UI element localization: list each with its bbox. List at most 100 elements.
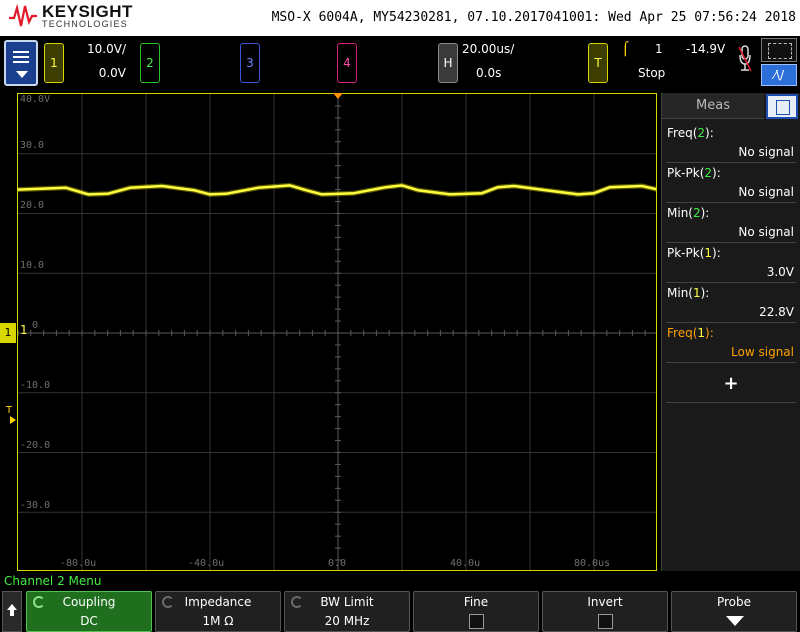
- trigger-level-arrow-icon: [10, 416, 16, 424]
- channel-3-button[interactable]: 3: [240, 43, 260, 83]
- horizontal-delay: 0.0s: [476, 66, 502, 80]
- y-tick-label: -10.0: [20, 380, 51, 391]
- measurement-item[interactable]: Freq(2): No signal: [666, 123, 796, 163]
- main-menu-button[interactable]: [4, 40, 38, 86]
- measurement-label: Freq: [667, 126, 693, 140]
- softkey-label: Fine: [463, 595, 489, 609]
- impedance-softkey[interactable]: Impedance 1M Ω: [155, 591, 281, 632]
- menu-title: Channel 2 Menu: [4, 574, 102, 588]
- measurement-label: Pk-Pk: [667, 166, 700, 180]
- x-tick-label: -40.0u: [188, 558, 225, 569]
- rising-edge-icon: ⌠: [622, 42, 629, 57]
- y-tick-label: -20.0: [20, 440, 51, 451]
- channel-1-ground-marker[interactable]: 1: [0, 323, 16, 343]
- keysight-logo-icon: [9, 4, 37, 27]
- measurement-value: No signal: [738, 225, 794, 239]
- softkey-label: BW Limit: [320, 595, 374, 609]
- x-tick-label: -80.0u: [60, 558, 97, 569]
- softkey-value: DC: [80, 614, 98, 628]
- checkbox-icon[interactable]: [598, 614, 613, 629]
- measurement-item[interactable]: Min(2): No signal: [666, 203, 796, 243]
- microphone-icon[interactable]: [738, 44, 752, 76]
- softkey-label: Invert: [587, 595, 623, 609]
- measurement-channel: 1: [692, 286, 701, 300]
- measurement-label: Freq: [667, 326, 693, 340]
- measurement-panel: Meas Freq(2): No signal Pk-Pk(2): No sig…: [661, 93, 800, 571]
- measurement-channel: 2: [697, 126, 706, 140]
- fine-softkey[interactable]: Fine: [413, 591, 539, 632]
- measurement-label: Pk-Pk: [667, 246, 700, 260]
- brand-subtitle: TECHNOLOGIES: [42, 19, 128, 29]
- measurement-item[interactable]: Pk-Pk(2): No signal: [666, 163, 796, 203]
- measurement-channel: 2: [692, 206, 701, 220]
- waveform-display[interactable]: 40.0V 30.0 20.0 10.0 0 -10.0 -20.0 -30.0…: [17, 93, 657, 571]
- run-status: Stop: [638, 66, 666, 80]
- coupling-softkey[interactable]: Coupling DC: [26, 591, 152, 632]
- back-button[interactable]: [2, 591, 22, 632]
- measurement-name: Min(2):: [667, 206, 710, 220]
- measurement-name: Freq(1):: [667, 326, 714, 340]
- title-bar: KEYSIGHT TECHNOLOGIES MSO-X 6004A, MY542…: [0, 0, 800, 36]
- trigger-button[interactable]: T: [588, 43, 608, 83]
- measurement-label: Min: [667, 286, 689, 300]
- x-tick-label: 0.0: [328, 558, 347, 569]
- checkbox-icon[interactable]: [469, 614, 484, 629]
- measurement-value: 22.8V: [759, 305, 794, 319]
- measurement-value: No signal: [738, 145, 794, 159]
- graticule-grid: [18, 94, 656, 570]
- measurement-channel: 1: [704, 246, 713, 260]
- x-tick-label: 80.0us: [574, 558, 611, 569]
- device-info: MSO-X 6004A, MY54230281, 07.10.201704100…: [271, 10, 796, 25]
- y-tick-label: 20.0: [20, 200, 45, 211]
- softkey-label: Impedance: [184, 595, 252, 609]
- channel-2-button[interactable]: 2: [140, 43, 160, 83]
- measurement-value: Low signal: [731, 345, 794, 359]
- arrow-down-icon: [726, 616, 744, 626]
- measurement-list-icon[interactable]: [766, 94, 798, 119]
- softkey-value: 20 MHz: [324, 614, 370, 628]
- chevron-down-icon: [16, 71, 28, 78]
- softkey-bar: Coupling DC Impedance 1M Ω BW Limit 20 M…: [0, 591, 800, 632]
- measurement-name: Pk-Pk(2):: [667, 166, 721, 180]
- measurement-value: No signal: [738, 185, 794, 199]
- horizontal-scale: 20.00us/: [462, 42, 515, 56]
- softkey-label: Coupling: [62, 595, 116, 609]
- measurement-item[interactable]: Freq(1): Low signal: [666, 323, 796, 363]
- channel-4-button[interactable]: 4: [337, 43, 357, 83]
- channel-1-scale: 10.0V/: [87, 42, 126, 56]
- measurement-item[interactable]: Pk-Pk(1): 3.0V: [666, 243, 796, 283]
- y-tick-label: 10.0: [20, 260, 45, 271]
- measurement-value: 3.0V: [766, 265, 794, 279]
- y-tick-label: 0: [32, 320, 39, 331]
- waveform-view-button[interactable]: ⁄\/: [761, 64, 797, 86]
- horizontal-button[interactable]: H: [438, 43, 458, 83]
- trigger-source: 1: [655, 42, 663, 56]
- measurement-name: Min(1):: [667, 286, 710, 300]
- bw-limit-softkey[interactable]: BW Limit 20 MHz: [284, 591, 410, 632]
- measurement-label: Min: [667, 206, 689, 220]
- softkey-label: Probe: [716, 595, 752, 609]
- meas-tab[interactable]: Meas: [662, 93, 764, 119]
- menu-icon: [13, 51, 29, 63]
- channel-1-button[interactable]: 1: [44, 43, 64, 83]
- measurement-item[interactable]: Min(1): 22.8V: [666, 283, 796, 323]
- y-tick-label: 30.0: [20, 140, 45, 151]
- trigger-position-marker[interactable]: [333, 93, 343, 99]
- y-tick-label: 40.0V: [20, 94, 51, 105]
- measurement-channel: 1: [697, 326, 706, 340]
- add-measurement-button[interactable]: +: [666, 367, 796, 403]
- channel-1-offset: 0.0V: [98, 66, 126, 80]
- trigger-level-marker[interactable]: T: [6, 405, 12, 416]
- x-tick-label: 40.0u: [450, 558, 481, 569]
- channel-1-side-label: 1: [20, 323, 28, 337]
- probe-softkey[interactable]: Probe: [671, 591, 797, 632]
- softkey-value: 1M Ω: [202, 614, 234, 628]
- invert-softkey[interactable]: Invert: [542, 591, 668, 632]
- measurement-channel: 2: [704, 166, 713, 180]
- display-layout-button[interactable]: [761, 38, 797, 62]
- y-tick-label: -30.0: [20, 500, 51, 511]
- control-bar: 1 10.0V/ 0.0V 2 3 4 H 20.00us/ 0.0s T ⌠ …: [0, 36, 800, 92]
- measurement-name: Freq(2):: [667, 126, 714, 140]
- trigger-level: -14.9V: [686, 42, 726, 56]
- measurement-name: Pk-Pk(1):: [667, 246, 721, 260]
